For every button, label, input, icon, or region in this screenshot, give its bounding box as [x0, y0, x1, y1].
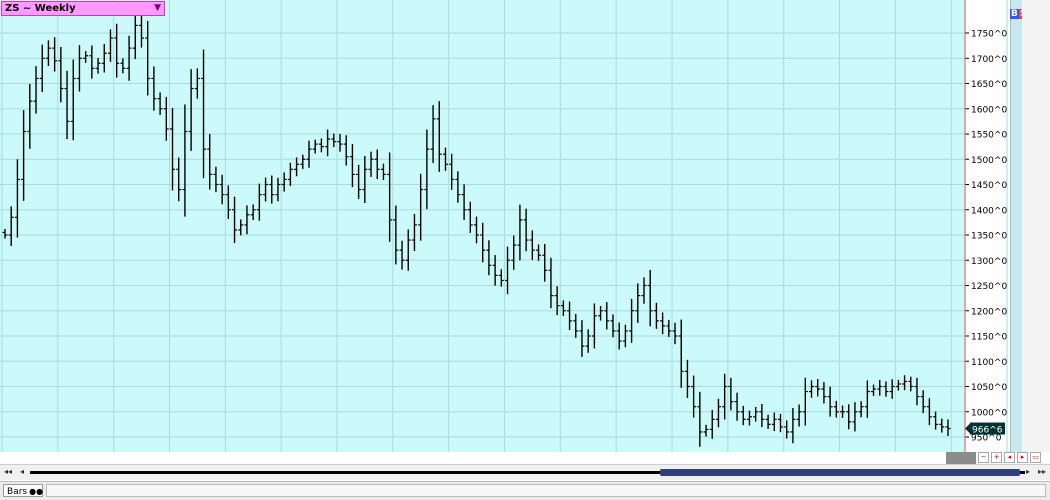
chart-toolbar: − + ◂ ▸ ▭ — [946, 452, 1050, 464]
chart-plot[interactable]: 1750^0 1700^0 1650^0 1600^0 1550^0 1500^0 1450… — [0, 0, 1031, 466]
y-tick-label: 1350^0 — [971, 232, 1007, 242]
y-tick-label: 1400^0 — [971, 206, 1007, 216]
bars-tab[interactable]: Bars ●● — [3, 484, 43, 497]
compress-icon[interactable]: ◂ — [1004, 452, 1015, 463]
y-tick-label: 1550^0 — [971, 131, 1007, 141]
scroll-left-icon[interactable]: ◂ — [20, 467, 24, 476]
y-tick-label: 1000^0 — [971, 408, 1007, 418]
expand-icon[interactable]: ▸ — [1017, 452, 1028, 463]
y-tick-label: 1200^0 — [971, 307, 1007, 317]
y-tick-label: 1250^0 — [971, 282, 1007, 292]
price-chart[interactable]: 1750^0 1700^0 1650^0 1600^0 1550^0 1500^0 1450… — [0, 0, 1031, 466]
bars-tab-label: Bars — [7, 487, 28, 497]
fit-icon[interactable]: ▭ — [1030, 452, 1041, 463]
scroll-first-icon[interactable]: ◂◂ — [4, 467, 12, 476]
y-tick-label: 1650^0 — [971, 80, 1007, 90]
last-price-label: 966^6 — [972, 426, 1003, 436]
y-tick-label: 1750^0 — [971, 30, 1007, 40]
scroll-last-icon[interactable]: ▸▸ — [1038, 467, 1046, 476]
scroll-thumb[interactable] — [660, 469, 1020, 476]
zoom-out-icon[interactable]: − — [978, 452, 989, 463]
status-area — [46, 484, 1046, 497]
link-icon: ●● — [29, 487, 44, 496]
side-panel — [1022, 0, 1050, 452]
symbol-title: ZS ~ Weekly — [5, 3, 76, 14]
scroll-right-icon[interactable]: ▸ — [1026, 467, 1030, 476]
y-tick-label: 1100^0 — [971, 358, 1007, 368]
time-scrollbar[interactable]: ◂◂ ◂ ▸ ▸▸ — [0, 464, 1050, 480]
y-tick-label: 1300^0 — [971, 257, 1007, 267]
y-tick-label: 1150^0 — [971, 333, 1007, 343]
y-tick-label: 1450^0 — [971, 181, 1007, 191]
y-tick-label: 1500^0 — [971, 156, 1007, 166]
y-tick-label: 1050^0 — [971, 383, 1007, 393]
symbol-selector[interactable]: ZS ~ Weekly ▼ — [1, 1, 165, 16]
chevron-down-icon[interactable]: ▼ — [154, 2, 161, 15]
y-tick-label: 1700^0 — [971, 55, 1007, 65]
status-bar: Bars ●● — [0, 481, 1050, 500]
toolbar-spacer — [946, 452, 976, 464]
zoom-in-icon[interactable]: + — [991, 452, 1002, 463]
buy-badge[interactable]: B — [1010, 9, 1019, 19]
y-tick-label: 1600^0 — [971, 105, 1007, 115]
